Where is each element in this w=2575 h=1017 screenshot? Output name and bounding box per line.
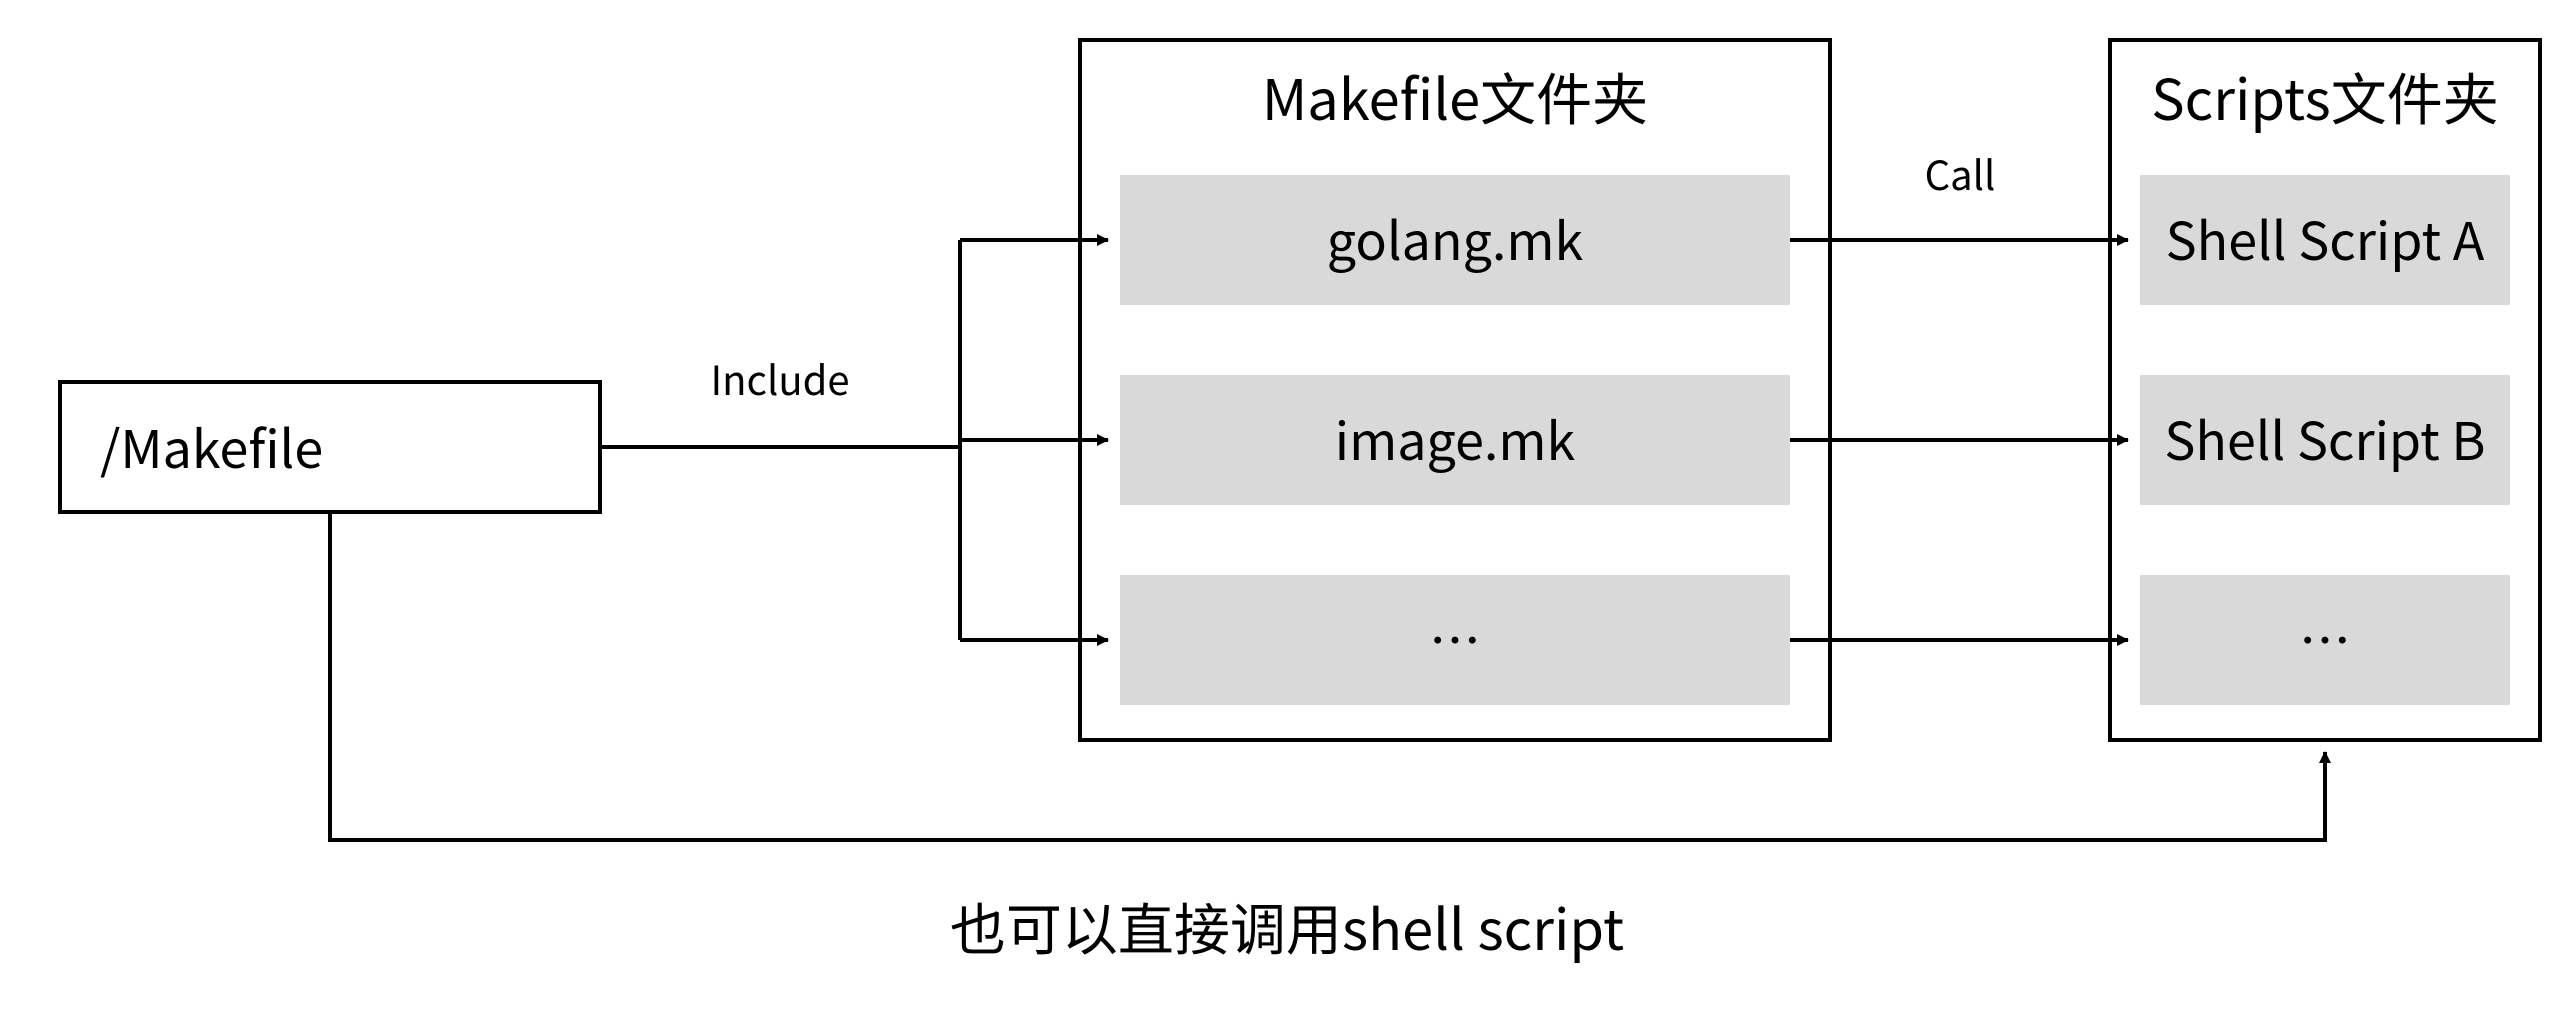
diagram-canvas: /Makefile Makefile文件夹 golang.mk image.mk…: [0, 0, 2575, 1017]
scripts-item-0-label: Shell Script A: [2166, 200, 2485, 275]
caption-text: 也可以直接调用shell script: [950, 886, 1624, 967]
include-edge-label: Include: [710, 349, 849, 407]
makefile-item-0-label: golang.mk: [1327, 200, 1584, 275]
root-makefile-label: /Makefile: [100, 408, 323, 483]
scripts-folder-title: Scripts文件夹: [2151, 56, 2498, 137]
call-edge-label: Call: [1925, 144, 1996, 202]
scripts-item-1-label: Shell Script B: [2164, 400, 2485, 475]
scripts-item-2-label: …: [2299, 600, 2351, 675]
makefile-item-1-label: image.mk: [1335, 400, 1576, 475]
makefile-item-2-label: …: [1429, 600, 1481, 675]
makefile-folder-title: Makefile文件夹: [1262, 56, 1648, 137]
